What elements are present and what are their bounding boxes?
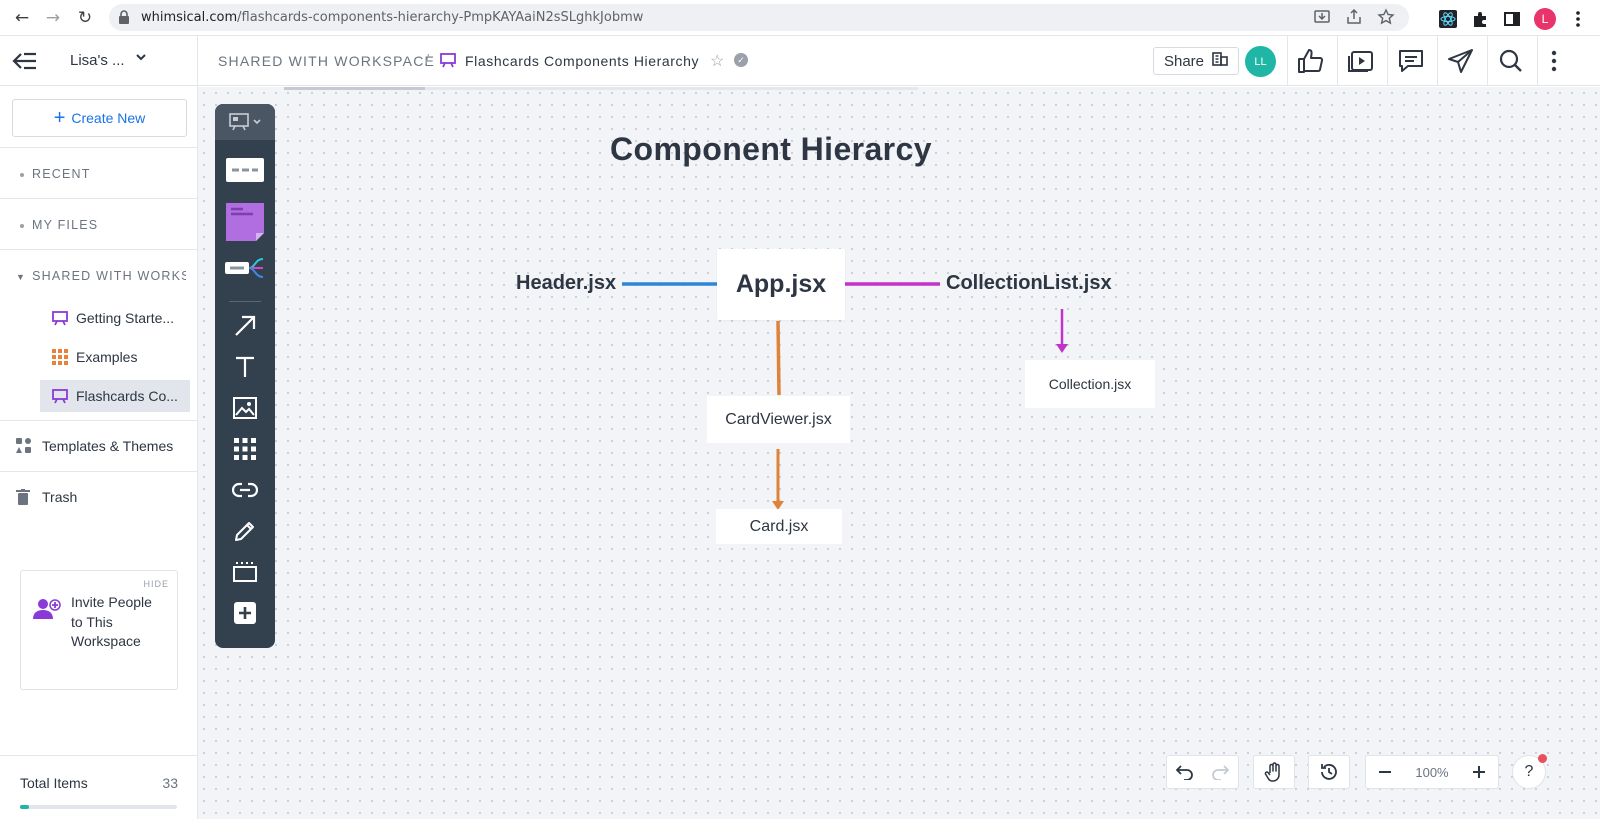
- templates-icon: [16, 438, 34, 454]
- help-button[interactable]: ?: [1512, 754, 1547, 789]
- url-path: /flashcards-components-hierarchy-PmpKAYA…: [237, 10, 644, 25]
- collapse-sidebar-icon[interactable]: [12, 50, 38, 77]
- workspace-name[interactable]: Lisa's ...: [70, 52, 125, 69]
- connector-card-viewer[interactable]: [776, 320, 781, 396]
- lock-icon: [118, 10, 130, 29]
- trash-link[interactable]: Trash: [16, 489, 77, 505]
- forward-arrow-icon[interactable]: →: [43, 8, 63, 28]
- address-bar[interactable]: whimsical.com/flashcards-components-hier…: [109, 4, 1409, 31]
- extensions-puzzle-icon[interactable]: [1470, 9, 1490, 29]
- document-title[interactable]: Flashcards Components Hierarchy: [465, 53, 699, 69]
- back-arrow-icon[interactable]: ←: [12, 8, 32, 28]
- comment-icon[interactable]: [1397, 47, 1425, 75]
- sidebar-item-getting-started[interactable]: Getting Starte...: [40, 302, 190, 334]
- plus-icon: +: [53, 107, 66, 129]
- trash-icon: [16, 489, 34, 505]
- undo-redo-controls: [1166, 755, 1239, 789]
- node-card[interactable]: Card.jsx: [716, 509, 842, 544]
- sidebar-item-label: Getting Starte...: [76, 310, 175, 326]
- share-button[interactable]: Share: [1153, 47, 1239, 75]
- more-options-icon[interactable]: [1540, 47, 1568, 75]
- sidebar-item-examples[interactable]: Examples: [40, 341, 190, 373]
- section-my-files[interactable]: MY FILES: [20, 218, 98, 232]
- create-new-label: Create New: [71, 110, 146, 126]
- browser-menu-icon[interactable]: [1568, 9, 1588, 29]
- section-shared-label: SHARED WITH WORKSPACE: [32, 269, 186, 283]
- grid-icon: [52, 349, 68, 365]
- templates-label: Templates & Themes: [42, 438, 174, 454]
- profile-avatar[interactable]: L: [1534, 8, 1556, 30]
- invite-text: Invite People to This Workspace: [71, 594, 152, 649]
- zoom-out-icon[interactable]: [1378, 765, 1392, 779]
- zoom-in-icon[interactable]: [1472, 765, 1486, 779]
- search-icon[interactable]: [1497, 47, 1525, 75]
- total-items-footer: Total Items 33: [0, 755, 198, 819]
- caret-down-icon: ▼: [16, 272, 27, 282]
- board-canvas[interactable]: Component Hierarcy Header.jsx App.jsx Co…: [198, 87, 1600, 819]
- node-collection[interactable]: Collection.jsx: [1025, 360, 1155, 408]
- favorite-star-icon[interactable]: ☆: [710, 51, 724, 71]
- node-header[interactable]: Header.jsx: [516, 272, 616, 295]
- share-label: Share: [1163, 52, 1205, 70]
- trash-label: Trash: [42, 489, 78, 505]
- breadcrumb-parent[interactable]: SHARED WITH WORKSPACE: [218, 53, 435, 69]
- document-header: SHARED WITH WORKSPACE / Flashcards Compo…: [198, 36, 1600, 86]
- total-items-label: Total Items: [20, 775, 88, 791]
- node-card-viewer[interactable]: CardViewer.jsx: [707, 396, 850, 443]
- help-label: ?: [1524, 763, 1534, 780]
- presentation-icon: [52, 310, 68, 326]
- hand-icon[interactable]: [1264, 762, 1284, 782]
- verified-check-icon: ✓: [734, 53, 748, 67]
- history-control: [1308, 755, 1350, 789]
- history-icon[interactable]: [1319, 762, 1339, 782]
- sidebar-item-label: Examples: [76, 349, 138, 365]
- section-shared[interactable]: ▼ SHARED WITH WORKSPACE: [16, 269, 186, 283]
- section-recent[interactable]: RECENT: [20, 167, 91, 181]
- templates-themes-link[interactable]: Templates & Themes: [16, 438, 173, 454]
- total-items-count: 33: [162, 775, 178, 791]
- user-avatar[interactable]: LL: [1245, 46, 1276, 77]
- node-app[interactable]: App.jsx: [717, 249, 845, 320]
- sidebar-item-flashcards[interactable]: Flashcards Co...: [40, 380, 190, 412]
- reload-icon[interactable]: ↻: [75, 8, 95, 28]
- thumbs-up-icon[interactable]: [1297, 47, 1325, 75]
- breadcrumb-separator: /: [425, 52, 430, 69]
- presentation-icon: [52, 388, 68, 404]
- browser-toolbar: ← → ↻ whimsical.com/flashcards-component…: [0, 0, 1600, 36]
- total-items-progress: [20, 805, 177, 809]
- sidebar-item-label: Flashcards Co...: [76, 388, 178, 404]
- presentation-icon: [440, 52, 456, 73]
- install-app-icon[interactable]: [1313, 8, 1331, 26]
- redo-icon[interactable]: [1211, 764, 1230, 780]
- chevron-down-icon[interactable]: [136, 52, 146, 65]
- connectors-layer: [622, 282, 1068, 510]
- create-new-button[interactable]: + Create New: [12, 99, 187, 137]
- add-person-icon: [33, 597, 61, 626]
- undo-icon[interactable]: [1175, 764, 1194, 780]
- zoom-controls: 100%: [1365, 755, 1499, 789]
- sidebar: Lisa's ... + Create New RECENT MY FILES …: [0, 36, 198, 819]
- section-my-files-label: MY FILES: [32, 218, 99, 232]
- pan-control: [1253, 755, 1295, 789]
- invite-card[interactable]: HIDE Invite People to This Workspace: [20, 570, 178, 690]
- arrowhead: [1056, 344, 1068, 353]
- share-page-icon[interactable]: [1345, 8, 1363, 26]
- react-extension-icon[interactable]: [1438, 9, 1458, 29]
- notification-dot: [1538, 754, 1547, 763]
- url-host: whimsical.com: [141, 10, 238, 25]
- node-collection-list[interactable]: CollectionList.jsx: [946, 272, 1112, 295]
- zoom-level[interactable]: 100%: [1415, 765, 1448, 780]
- section-recent-label: RECENT: [32, 167, 91, 181]
- side-panel-icon[interactable]: [1502, 9, 1522, 29]
- bookmark-star-icon[interactable]: [1377, 8, 1395, 26]
- hide-invite-button[interactable]: HIDE: [143, 579, 169, 589]
- present-icon[interactable]: [1347, 47, 1375, 75]
- send-icon[interactable]: [1447, 47, 1475, 75]
- building-icon: [1212, 52, 1228, 70]
